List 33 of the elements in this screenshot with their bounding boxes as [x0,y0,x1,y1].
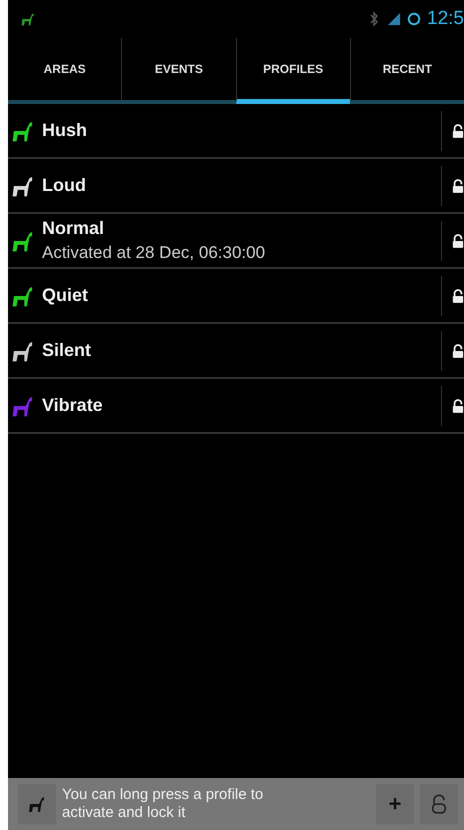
sync-icon [407,11,422,27]
tab[interactable]: PROFILES [236,38,350,104]
lock-icon[interactable] [452,398,464,414]
profile-name: Hush [42,120,88,141]
profile-row[interactable]: Normal Activated at 28 Dec, 06:30:00 [8,214,464,269]
profile-name: Vibrate [42,395,104,416]
tab[interactable]: RECENT [350,38,464,104]
profile-row[interactable]: Quiet [8,269,464,324]
add-button[interactable]: + [376,784,414,824]
profile-name: Quiet [42,285,90,306]
unlock-icon [429,794,449,814]
hint-text: You can long press a profile to activate and lock it [62,786,264,822]
profile-button[interactable] [18,784,56,824]
profile-row[interactable]: Silent [8,324,464,379]
unlock-button[interactable] [420,784,458,824]
clock-time: 12:5 [427,8,464,30]
profile-row[interactable]: Hush [8,104,464,159]
lock-icon[interactable] [452,178,464,194]
profile-name: Normal [42,218,106,239]
lock-icon[interactable] [452,288,464,304]
activation-time: Activated at 28 Dec, 06:30:00 [42,243,266,263]
tab[interactable]: EVENTS [121,38,236,104]
profile-name: Silent [42,340,92,361]
lock-icon[interactable] [452,232,464,248]
llama-icon [20,11,36,27]
llama-icon [27,794,47,814]
signal-icon [387,11,402,27]
tab[interactable]: AREAS [8,38,122,104]
profile-name: Loud [42,175,87,196]
lock-icon[interactable] [452,342,464,358]
profile-row[interactable]: Loud [8,159,464,214]
profile-row[interactable]: Vibrate [8,379,464,434]
lock-icon[interactable] [452,122,464,138]
